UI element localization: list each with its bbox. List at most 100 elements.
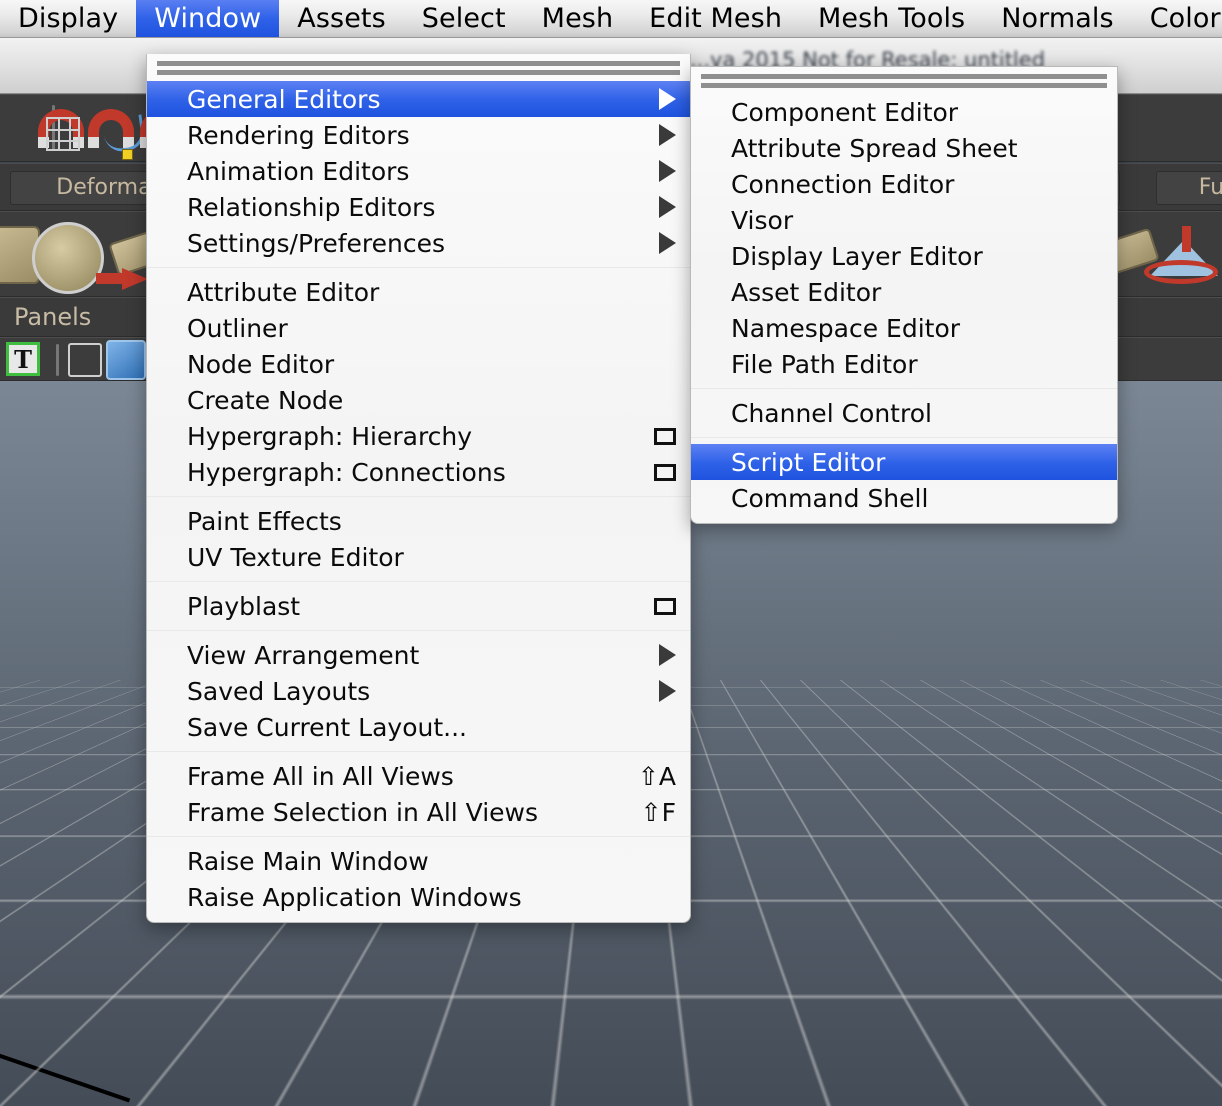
menu-item-settings-preferences[interactable]: Settings/Preferences (147, 225, 690, 261)
menu-item-label: Node Editor (187, 350, 676, 379)
window-menu-items[interactable]: General Editors Rendering Editors Animatio… (147, 81, 690, 915)
shaded-cube-icon[interactable] (106, 340, 146, 380)
menu-separator (691, 388, 1117, 389)
menu-item-label: Attribute Spread Sheet (731, 134, 1103, 163)
menu-item-label: Attribute Editor (187, 278, 676, 307)
menu-item-label: File Path Editor (731, 350, 1103, 379)
general-editors-submenu[interactable]: Component Editor Attribute Spread Sheet Co… (690, 66, 1118, 524)
menu-item-label: Animation Editors (187, 157, 659, 186)
menu-item-playblast[interactable]: Playblast (147, 588, 690, 624)
menubar-item-label: Assets (297, 3, 385, 34)
menu-item-connection-editor[interactable]: Connection Editor (691, 166, 1117, 202)
menu-item-hypergraph-hierarchy[interactable]: Hypergraph: Hierarchy (147, 418, 690, 454)
chevron-right-icon (659, 680, 676, 702)
window-dropdown-menu[interactable]: General Editors Rendering Editors Animatio… (146, 54, 691, 923)
chevron-right-icon (659, 232, 676, 254)
menu-item-label: UV Texture Editor (187, 543, 676, 572)
menu-item-label: Raise Application Windows (187, 883, 676, 912)
menu-item-create-node[interactable]: Create Node (147, 382, 690, 418)
menu-item-label: Connection Editor (731, 170, 1103, 199)
menu-item-channel-control[interactable]: Channel Control (691, 395, 1117, 431)
menubar-item-label: Normals (1001, 3, 1113, 34)
chevron-right-icon (659, 88, 676, 110)
menu-item-outliner[interactable]: Outliner (147, 310, 690, 346)
menu-item-label: General Editors (187, 85, 659, 114)
menu-item-label: Namespace Editor (731, 314, 1103, 343)
shelf-tab-fur[interactable]: Fur (1156, 171, 1222, 205)
general-editors-menu-items[interactable]: Component Editor Attribute Spread Sheet Co… (691, 94, 1117, 516)
menu-item-saved-layouts[interactable]: Saved Layouts (147, 673, 690, 709)
menu-item-relationship-editors[interactable]: Relationship Editors (147, 189, 690, 225)
menu-item-raise-application-windows[interactable]: Raise Application Windows (147, 879, 690, 915)
menu-item-view-arrangement[interactable]: View Arrangement (147, 637, 690, 673)
menu-separator (147, 751, 690, 752)
menu-item-hypergraph-connections[interactable]: Hypergraph: Connections (147, 454, 690, 490)
menu-item-attribute-editor[interactable]: Attribute Editor (147, 274, 690, 310)
snap-to-grid-icon[interactable] (46, 117, 80, 151)
option-box-icon[interactable] (654, 428, 676, 445)
menu-separator (147, 267, 690, 268)
menu-item-label: Visor (731, 206, 1103, 235)
menu-item-label: Rendering Editors (187, 121, 659, 150)
menu-item-component-editor[interactable]: Component Editor (691, 94, 1117, 130)
menu-item-script-editor[interactable]: Script Editor (691, 444, 1117, 480)
menu-item-attribute-spread-sheet[interactable]: Attribute Spread Sheet (691, 130, 1117, 166)
menubar-item-color[interactable]: Color (1132, 0, 1222, 37)
menu-item-command-shell[interactable]: Command Shell (691, 480, 1117, 516)
menubar-item-label: Color (1150, 3, 1221, 34)
menubar-item-mesh[interactable]: Mesh (524, 0, 632, 37)
menu-item-namespace-editor[interactable]: Namespace Editor (691, 310, 1117, 346)
menubar-item-normals[interactable]: Normals (983, 0, 1131, 37)
general-editors-tearoff-handle[interactable] (691, 67, 1117, 94)
menu-item-animation-editors[interactable]: Animation Editors (147, 153, 690, 189)
menu-item-frame-selection-in-all-views[interactable]: Frame Selection in All Views⇧F (147, 794, 690, 830)
menu-item-raise-main-window[interactable]: Raise Main Window (147, 843, 690, 879)
menubar-item-display[interactable]: Display (0, 0, 136, 37)
menu-item-label: Hypergraph: Hierarchy (187, 422, 654, 451)
menu-item-general-editors[interactable]: General Editors (147, 81, 690, 117)
menu-item-uv-texture-editor[interactable]: UV Texture Editor (147, 539, 690, 575)
panels-divider (56, 344, 59, 376)
menu-item-rendering-editors[interactable]: Rendering Editors (147, 117, 690, 153)
menubar-item-window[interactable]: Window (136, 0, 279, 37)
menu-item-label: Relationship Editors (187, 193, 659, 222)
menubar-item-label: Window (154, 3, 261, 34)
menu-item-asset-editor[interactable]: Asset Editor (691, 274, 1117, 310)
menu-item-file-path-editor[interactable]: File Path Editor (691, 346, 1117, 382)
menu-item-node-editor[interactable]: Node Editor (147, 346, 690, 382)
text-tool-glyph: T (14, 345, 32, 374)
menu-item-label: Settings/Preferences (187, 229, 659, 258)
menu-item-label: Raise Main Window (187, 847, 676, 876)
curve-endpoint-dot-icon (122, 149, 133, 160)
panels-section-label: Panels (14, 303, 91, 331)
menu-item-save-current-layout[interactable]: Save Current Layout... (147, 709, 690, 745)
menubar-item-label: Edit Mesh (649, 3, 782, 34)
menubar-item-select[interactable]: Select (404, 0, 524, 37)
menu-item-label: Channel Control (731, 399, 1103, 428)
main-menu-bar[interactable]: Display Window Assets Select Mesh Edit Mesh Me… (0, 0, 1222, 38)
menu-separator (147, 836, 690, 837)
menubar-item-mesh-tools[interactable]: Mesh Tools (800, 0, 983, 37)
option-box-icon[interactable] (654, 464, 676, 481)
menu-item-frame-all-in-all-views[interactable]: Frame All in All Views⇧A (147, 758, 690, 794)
menu-item-shortcut: ⇧A (638, 762, 676, 791)
wireframe-cube-icon[interactable] (68, 343, 102, 377)
chevron-right-icon (659, 160, 676, 182)
menubar-item-assets[interactable]: Assets (279, 0, 403, 37)
menu-item-visor[interactable]: Visor (691, 202, 1117, 238)
menu-item-label: Display Layer Editor (731, 242, 1103, 271)
shelf-red-bar-icon (96, 273, 126, 284)
option-box-icon[interactable] (654, 598, 676, 615)
menubar-item-label: Select (422, 3, 506, 34)
menu-item-paint-effects[interactable]: Paint Effects (147, 503, 690, 539)
menubar-item-edit-mesh[interactable]: Edit Mesh (631, 0, 800, 37)
menu-separator (147, 496, 690, 497)
menubar-item-label: Mesh Tools (818, 3, 965, 34)
menu-item-display-layer-editor[interactable]: Display Layer Editor (691, 238, 1117, 274)
shelf-lattice-circle-icon[interactable] (32, 222, 104, 294)
menu-item-label: Outliner (187, 314, 676, 343)
menu-item-label: Create Node (187, 386, 676, 415)
menu-separator (147, 581, 690, 582)
window-menu-tearoff-handle[interactable] (147, 54, 690, 81)
text-tool-icon[interactable]: T (6, 342, 40, 376)
